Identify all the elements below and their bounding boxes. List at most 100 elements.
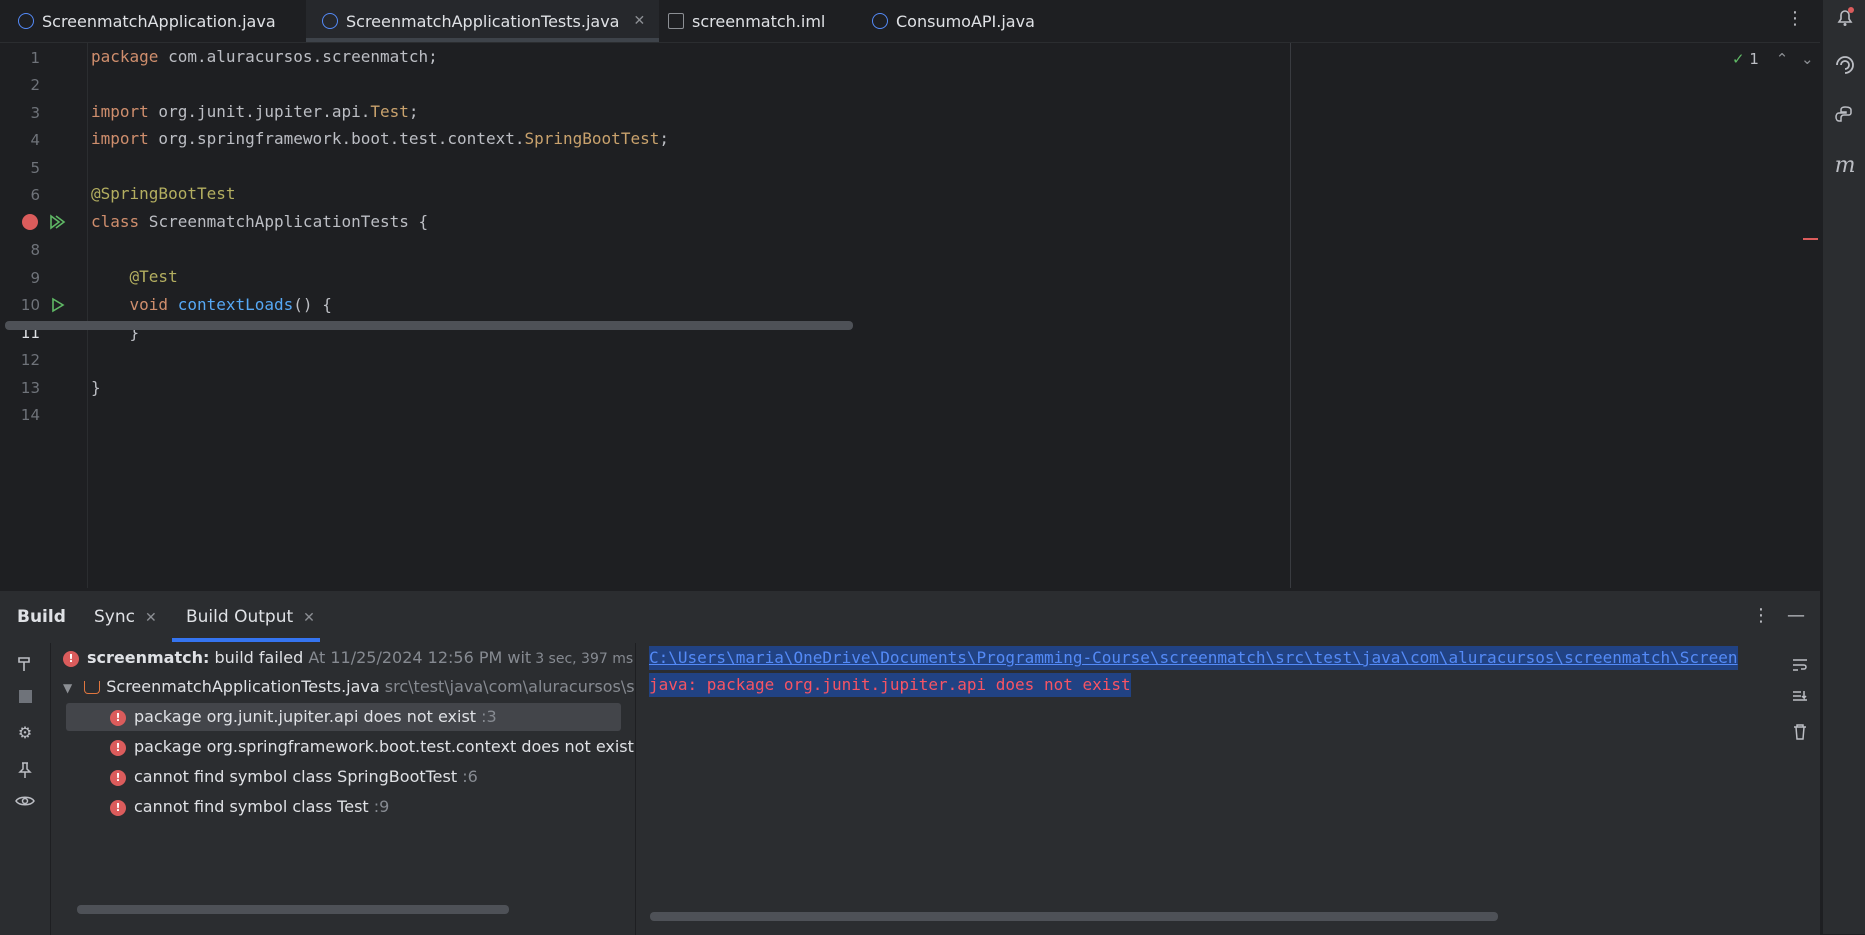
line-number: 12	[20, 351, 40, 369]
tab-label: ScreenmatchApplicationTests.java	[346, 11, 620, 31]
project-name: screenmatch:	[87, 648, 210, 667]
editor-gutter	[0, 43, 88, 588]
trash-icon[interactable]	[1790, 723, 1810, 743]
build-tool-window: Build Sync ✕ Build Output ✕ ⋮ — ⚙ ! screenm…	[0, 321, 1820, 935]
code-editor[interactable]: package com.aluracursos.screenmatch; imp…	[88, 43, 1820, 588]
chevron-down-icon[interactable]: ▼	[63, 681, 72, 695]
soft-wrap-icon[interactable]	[1790, 657, 1810, 677]
tab-screenmatch-iml[interactable]: screenmatch.iml	[668, 0, 825, 42]
close-icon[interactable]: ✕	[303, 610, 315, 626]
more-options-icon[interactable]: ⋮	[1752, 605, 1770, 626]
line-number: 14	[20, 406, 40, 424]
file-link[interactable]: C:\Users\maria\OneDrive\Documents\Progra…	[649, 648, 1738, 667]
line-number: 13	[20, 379, 40, 397]
line-number: 5	[30, 159, 40, 177]
divider	[635, 643, 636, 935]
error-icon: !	[110, 739, 126, 756]
editor-tab-bar: ScreenmatchApplication.java ScreenmatchA…	[0, 0, 1820, 43]
build-duration: 3 sec, 397 ms	[535, 651, 634, 667]
inspection-widget[interactable]: ✓ 1 ⌃ ⌄	[1732, 50, 1814, 68]
code-line-7: class ScreenmatchApplicationTests {	[91, 212, 429, 231]
chevron-up-icon[interactable]: ⌃	[1776, 50, 1789, 68]
tab-consumo-api[interactable]: ConsumoAPI.java	[872, 0, 1035, 42]
error-message: package org.junit.jupiter.api does not e…	[134, 707, 477, 726]
eye-icon[interactable]	[15, 793, 35, 813]
error-item[interactable]: ! package org.junit.jupiter.api does not …	[66, 703, 621, 731]
line-number: 1	[30, 49, 40, 67]
check-icon: ✓	[1732, 50, 1745, 68]
gear-icon[interactable]: ⚙	[15, 723, 35, 743]
java-class-icon	[872, 13, 888, 29]
error-message: package org.springframework.boot.test.co…	[134, 737, 634, 756]
build-output-console[interactable]: C:\Users\maria\OneDrive\Documents\Progra…	[5, 321, 1773, 883]
stop-icon[interactable]	[15, 687, 35, 707]
code-line-1: package com.aluracursos.screenmatch;	[91, 47, 438, 66]
tab-label: Build Output	[186, 607, 294, 627]
line-number: 2	[30, 76, 40, 94]
error-message: cannot find symbol class SpringBootTest	[134, 767, 458, 786]
notifications-icon[interactable]	[1833, 6, 1857, 30]
tab-screenmatch-application[interactable]: ScreenmatchApplication.java	[18, 0, 276, 42]
error-item[interactable]: ! package org.springframework.boot.test.c…	[110, 733, 635, 761]
error-icon: !	[110, 709, 126, 726]
java-file-icon	[84, 681, 101, 694]
line-number: 8	[30, 241, 40, 259]
java-class-icon	[322, 13, 338, 29]
active-tab-indicator	[172, 638, 320, 642]
breakpoint-icon[interactable]	[22, 214, 38, 230]
inspection-count: 1	[1749, 50, 1759, 68]
tab-label: ConsumoAPI.java	[896, 11, 1035, 31]
error-icon: !	[110, 769, 126, 786]
output-horizontal-scrollbar[interactable]	[650, 912, 1498, 921]
error-line: :9	[368, 797, 390, 816]
build-tabs: Build Sync ✕ Build Output ✕ ⋮ —	[0, 591, 1820, 643]
file-node[interactable]: ▼ ScreenmatchApplicationTests.java src\te…	[63, 673, 635, 701]
tab-screenmatch-application-tests[interactable]: ScreenmatchApplicationTests.java ✕	[306, 0, 660, 42]
file-name: ScreenmatchApplicationTests.java	[106, 677, 380, 696]
line-number: 10	[20, 296, 40, 314]
build-hammer-icon[interactable]	[15, 655, 35, 675]
java-class-icon	[18, 13, 34, 29]
build-root-node[interactable]: ! screenmatch: build failed At 11/25/2024…	[63, 644, 633, 672]
code-line-13: }	[91, 378, 101, 397]
minimize-icon[interactable]: —	[1787, 605, 1805, 626]
error-message: cannot find symbol class Test	[134, 797, 369, 816]
error-item[interactable]: ! cannot find symbol class SpringBootTest…	[110, 763, 478, 791]
line-number: 4	[30, 131, 40, 149]
run-test-icon[interactable]	[50, 296, 66, 318]
close-icon[interactable]: ✕	[633, 13, 645, 29]
pin-icon[interactable]	[15, 761, 35, 781]
error-icon: !	[63, 650, 79, 667]
code-line-3: import org.junit.jupiter.api.Test;	[91, 102, 419, 121]
run-tests-icon[interactable]	[48, 213, 66, 235]
maven-icon[interactable]: m	[1833, 154, 1857, 178]
close-icon[interactable]: ✕	[145, 610, 157, 626]
line-number: 9	[30, 269, 40, 287]
right-tool-strip: m	[1822, 0, 1865, 934]
output-error-line: java: package org.junit.jupiter.api does…	[649, 673, 1131, 697]
build-toolbar: ⚙	[0, 643, 51, 935]
horizontal-scrollbar[interactable]	[77, 905, 509, 914]
error-line: :3	[476, 707, 497, 726]
error-text: java: package org.junit.jupiter.api does…	[649, 675, 1131, 694]
line-number: 6	[30, 186, 40, 204]
error-stripe-marker[interactable]	[1803, 238, 1818, 240]
tab-label: screenmatch.iml	[692, 11, 826, 31]
code-line-4: import org.springframework.boot.test.con…	[91, 129, 669, 148]
python-console-icon[interactable]	[1833, 104, 1857, 128]
tab-build-output[interactable]: Build Output ✕	[186, 607, 315, 627]
scroll-to-end-icon[interactable]	[1790, 689, 1810, 709]
error-item[interactable]: ! cannot find symbol class Test :9	[110, 793, 389, 821]
ai-assistant-icon[interactable]	[1833, 54, 1857, 78]
code-line-10: void contextLoads() {	[91, 295, 332, 314]
build-time: At 11/25/2024 12:56 PM wit	[303, 648, 532, 667]
chevron-down-icon[interactable]: ⌄	[1801, 50, 1814, 68]
more-options-icon[interactable]: ⋮	[1786, 8, 1804, 29]
module-file-icon	[668, 13, 684, 29]
error-line: :6	[457, 767, 478, 786]
tab-sync[interactable]: Sync ✕	[94, 607, 157, 627]
output-path-link[interactable]: C:\Users\maria\OneDrive\Documents\Progra…	[649, 646, 1738, 670]
tab-label: Sync	[94, 607, 135, 627]
build-tree: ! screenmatch: build failed At 11/25/2024…	[51, 643, 635, 935]
code-line-9: @Test	[91, 267, 178, 286]
